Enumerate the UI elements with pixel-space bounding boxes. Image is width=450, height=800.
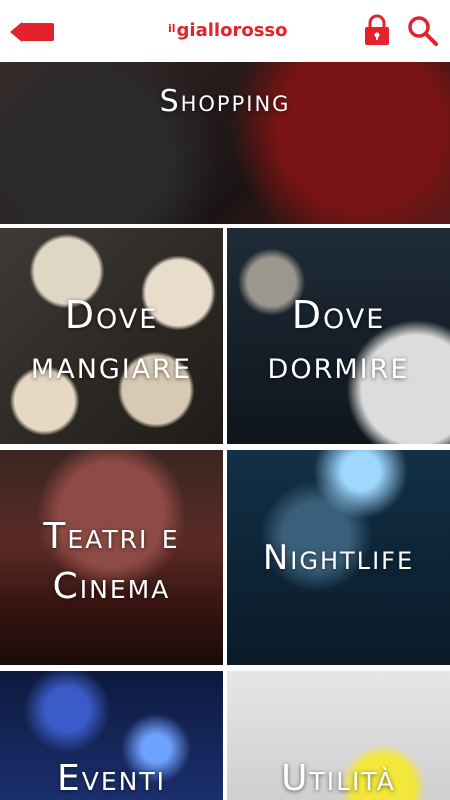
tile-label: Shopping: [159, 84, 291, 119]
tile-dove-mangiare[interactable]: Dove mangiare: [0, 228, 223, 444]
brand-prefix: il: [168, 22, 176, 35]
tile-utilita[interactable]: Utilità: [227, 671, 450, 800]
tile-shopping[interactable]: Shopping: [0, 62, 450, 224]
search-button[interactable]: [406, 14, 438, 46]
app-header: ilgiallorosso: [0, 0, 450, 62]
tile-label: Utilità: [281, 758, 396, 799]
tile-label-line2: mangiare: [30, 343, 193, 387]
tile-label-line1: Dove: [64, 293, 159, 337]
tile-label-line2: Cinema: [52, 566, 171, 607]
search-icon: [408, 16, 438, 46]
tile-label: Nightlife: [262, 538, 415, 578]
tile-nightlife[interactable]: Nightlife: [227, 450, 450, 665]
tile-label-line2: dormire: [267, 343, 410, 387]
brand-name: giallorosso: [176, 20, 288, 41]
tile-dove-dormire[interactable]: Dove dormire: [227, 228, 450, 444]
tile-label: Dove mangiare: [0, 290, 223, 390]
lock-button[interactable]: [363, 14, 391, 46]
tile-teatri-cinema[interactable]: Teatri e Cinema: [0, 450, 223, 665]
tile-label: Dove dormire: [227, 290, 450, 390]
tile-label-line1: Dove: [291, 293, 386, 337]
back-button[interactable]: [10, 20, 54, 44]
brand-logo: ilgiallorosso: [168, 16, 288, 46]
lock-icon: [365, 14, 389, 45]
tile-eventi[interactable]: Eventi: [0, 671, 223, 800]
tile-label-line1: Teatri e: [43, 516, 180, 557]
arrow-left-icon: [10, 22, 54, 42]
tile-label: Eventi: [57, 758, 166, 799]
tile-label: Teatri e Cinema: [0, 512, 223, 612]
